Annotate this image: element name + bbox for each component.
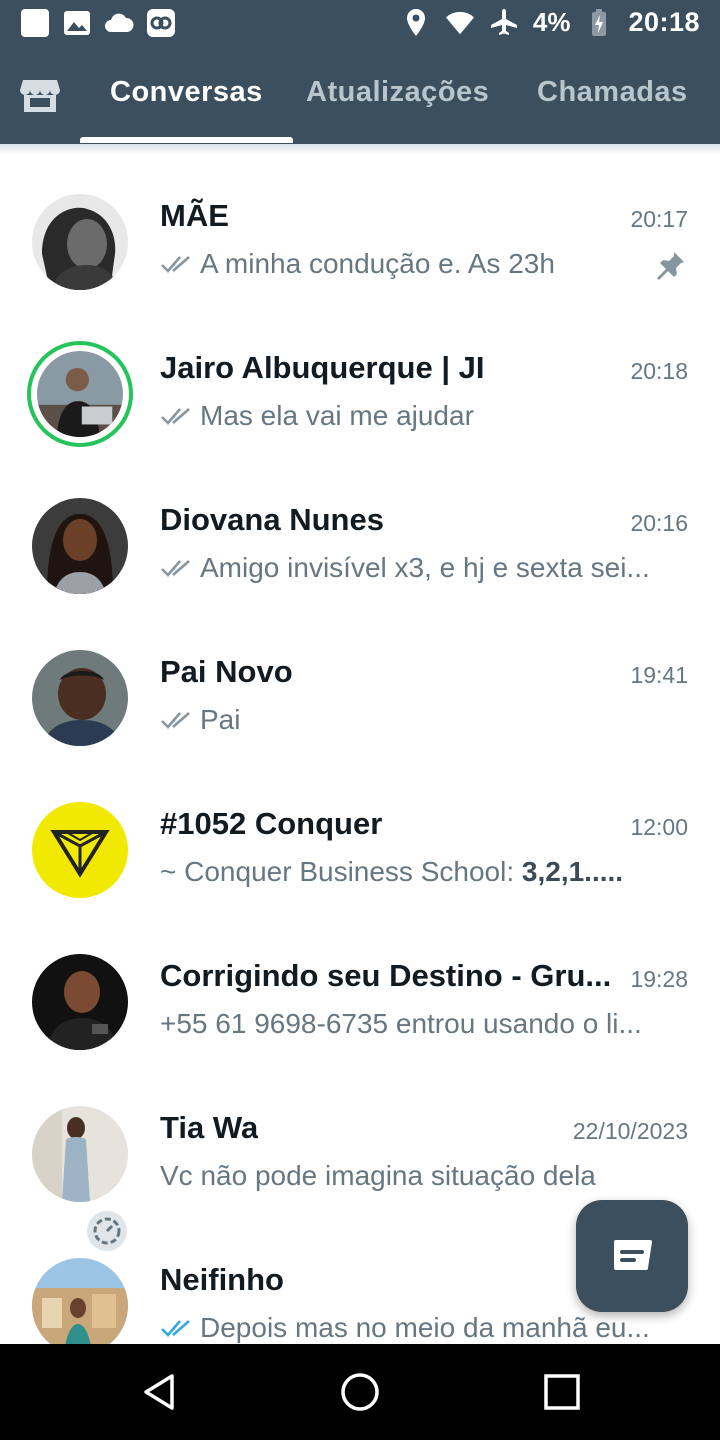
recents-square-icon[interactable]: [542, 1372, 582, 1412]
chat-row-mae[interactable]: MÃE 20:17 A minha condução e. As 23h: [0, 166, 720, 318]
double-check-read-icon: [161, 1320, 190, 1337]
pin-icon: [654, 250, 686, 282]
chat-preview-text: Mas ela vai me ajudar: [200, 400, 474, 431]
chat-preview: +55 61 9698-6735 entrou usando o li...: [160, 1008, 642, 1040]
chat-name: MÃE: [160, 198, 229, 233]
chat-preview-text: Depois mas no meio da manhã eu...: [200, 1312, 650, 1343]
avatar[interactable]: [32, 650, 128, 746]
chat-time: 22/10/2023: [572, 1118, 688, 1144]
avatar[interactable]: [32, 1106, 128, 1202]
header-shadow: [0, 144, 720, 154]
chat-name: #1052 Conquer: [160, 806, 383, 841]
chat-time: 19:41: [630, 662, 688, 688]
chat-name: Pai Novo: [160, 654, 293, 689]
link-icon: [146, 8, 176, 38]
chat-time: 19:28: [630, 966, 688, 992]
home-circle-icon[interactable]: [340, 1372, 380, 1412]
cloud-icon: [104, 8, 134, 38]
chat-time: 20:16: [630, 510, 688, 536]
gallery-icon: [62, 8, 92, 38]
system-nav-bar: [0, 1344, 720, 1440]
active-tab-indicator: [80, 137, 293, 143]
chat-name: Diovana Nunes: [160, 502, 384, 537]
chat-row-diovana[interactable]: Diovana Nunes 20:16 Amigo invisível x3, …: [0, 470, 720, 622]
chat-row-pai-novo[interactable]: Pai Novo 19:41 Pai: [0, 622, 720, 774]
double-check-icon: [161, 408, 190, 425]
chat-row-conquer[interactable]: #1052 Conquer 12:00 ~ Conquer Business S…: [0, 774, 720, 926]
avatar[interactable]: [32, 954, 128, 1050]
avatar[interactable]: [32, 1258, 128, 1344]
chat-preview-text: Pai: [200, 704, 241, 735]
chat-preview-text: 3,2,1.....: [521, 856, 624, 887]
chat-preview: ~ Conquer Business School: 3,2,1.....: [160, 856, 623, 888]
tab-chamadas[interactable]: Chamadas: [537, 76, 688, 109]
chat-time: 12:00: [630, 814, 688, 840]
avatar[interactable]: [32, 802, 128, 898]
chat-preview-text: A minha condução e. As 23h: [200, 248, 555, 279]
chat-preview-text: Amigo invisível x3, e hj e sexta sei...: [200, 552, 650, 583]
chat-row-jairo[interactable]: Jairo Albuquerque | JI 20:18 Mas ela vai…: [0, 318, 720, 470]
chat-preview: Amigo invisível x3, e hj e sexta sei...: [160, 552, 650, 584]
tab-conversas[interactable]: Conversas: [110, 76, 263, 109]
chat-list: MÃE 20:17 A minha condução e. As 23h Jai…: [0, 166, 720, 1344]
tab-atualizacoes[interactable]: Atualizações: [306, 76, 489, 109]
avatar[interactable]: [37, 351, 123, 437]
double-check-icon: [161, 712, 190, 729]
clock: 20:18: [628, 7, 700, 37]
whatsapp-app: 4% 20:18 Conversas Atualizações Chamadas…: [0, 0, 720, 1440]
battery-percent: 4%: [532, 7, 571, 37]
chat-time: 20:18: [630, 358, 688, 384]
chat-time: 20:17: [630, 206, 688, 232]
chat-preview-text: Vc não pode imagina situação dela: [160, 1160, 596, 1191]
chat-name: Jairo Albuquerque | JI: [160, 350, 485, 385]
back-triangle-icon[interactable]: [140, 1372, 180, 1412]
double-check-icon: [161, 560, 190, 577]
location-icon: [401, 8, 431, 38]
status-bar: 4% 20:18: [0, 0, 720, 48]
wifi-icon: [445, 8, 475, 38]
chat-preview-sender: ~ Conquer Business School:: [160, 856, 522, 887]
new-chat-button[interactable]: [576, 1200, 688, 1312]
top-tab-bar: Conversas Atualizações Chamadas: [0, 48, 720, 144]
chat-preview: Mas ela vai me ajudar: [160, 400, 474, 432]
avatar[interactable]: [32, 498, 128, 594]
chat-preview: Depois mas no meio da manhã eu...: [160, 1312, 650, 1344]
notification-square-icon: [20, 8, 50, 38]
new-chat-icon: [614, 1240, 652, 1270]
chat-name: Neifinho: [160, 1262, 284, 1297]
chat-preview: Pai: [160, 704, 240, 736]
double-check-icon: [161, 256, 190, 273]
chat-row-corrigindo[interactable]: Corrigindo seu Destino - Gru... 19:28 +5…: [0, 926, 720, 1078]
chat-preview: A minha condução e. As 23h: [160, 248, 555, 280]
chat-name: Tia Wa: [160, 1110, 259, 1145]
chat-preview-text: +55 61 9698-6735 entrou usando o li...: [160, 1008, 642, 1039]
chat-preview: Vc não pode imagina situação dela: [160, 1160, 596, 1192]
chat-name: Corrigindo seu Destino - Gru...: [160, 958, 612, 993]
store-icon[interactable]: [20, 78, 60, 114]
avatar[interactable]: [32, 194, 128, 290]
airplane-icon: [489, 8, 519, 38]
battery-charging-icon: [584, 8, 614, 38]
